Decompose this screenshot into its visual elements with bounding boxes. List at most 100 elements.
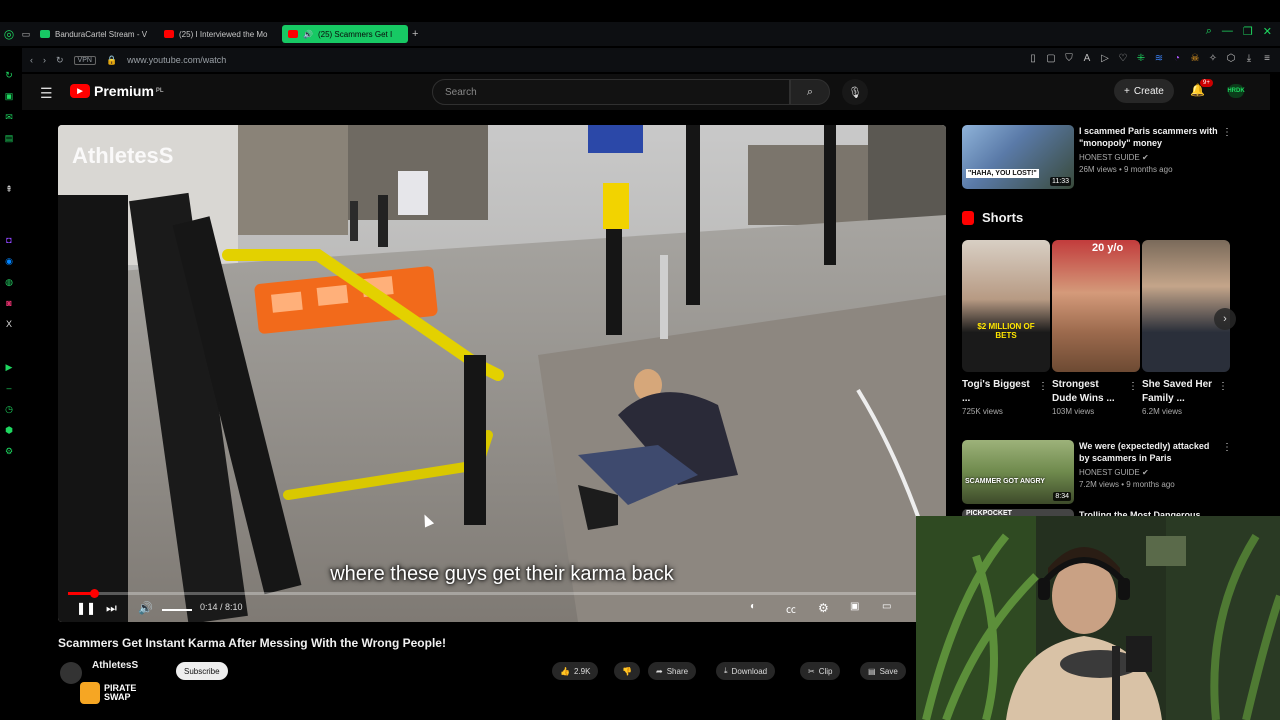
more-options-icon[interactable]: ⋮ xyxy=(1218,381,1228,392)
snapshot-icon[interactable]: ▢ xyxy=(1046,53,1056,64)
restore-icon[interactable]: ❐ xyxy=(1243,25,1253,38)
sidebar-play-icon[interactable]: ▶ xyxy=(4,362,15,373)
dislike-button[interactable]: 👎 xyxy=(614,662,640,680)
sidebar-mail-icon[interactable]: ✉ xyxy=(4,112,15,123)
download-button[interactable]: ⤓ Download xyxy=(716,662,776,680)
youtube-premium-logo[interactable]: ▶ Premium PL xyxy=(70,83,164,99)
vpn-badge[interactable]: VPN xyxy=(73,55,96,65)
volume-slider[interactable] xyxy=(162,609,192,611)
sidebar-clock-icon[interactable]: ◷ xyxy=(4,404,15,415)
browser-logo-icon[interactable]: ◎ xyxy=(0,27,18,41)
forward-icon[interactable]: › xyxy=(43,55,46,65)
tab-bandura[interactable]: BanduraCartel Stream - V xyxy=(34,25,158,43)
messenger-icon[interactable]: ◉ xyxy=(4,256,15,267)
extension-blue-icon[interactable]: ≋ xyxy=(1154,53,1164,64)
tab-list-icon[interactable]: ▭ xyxy=(18,29,34,40)
short-item[interactable]: She Saved Her Family ... 6.2M views ⋮ xyxy=(1142,240,1230,416)
settings-icon[interactable]: ⚙ xyxy=(818,601,829,615)
minimize-icon[interactable]: — xyxy=(1222,25,1233,38)
whatsapp-icon[interactable]: ◍ xyxy=(4,277,15,288)
create-button[interactable]: + Create xyxy=(1114,79,1174,103)
shorts-next-button[interactable]: › xyxy=(1214,308,1236,330)
short-title[interactable]: Strongest Dude Wins ... xyxy=(1052,378,1126,406)
new-tab-button[interactable]: + xyxy=(412,28,418,40)
clip-button[interactable]: ✂ Clip xyxy=(800,662,841,680)
video-title[interactable]: We were (expectedly) attacked by scammer… xyxy=(1079,440,1219,464)
video-thumbnail[interactable]: SCAMMER GOT ANGRY 8:34 xyxy=(962,440,1074,504)
save-button[interactable]: ▤ Save xyxy=(860,662,906,680)
extensions-icon[interactable]: ✧ xyxy=(1208,53,1218,64)
hamburger-menu-icon[interactable]: ☰ xyxy=(40,85,53,102)
video-player[interactable]: AthletesS where these guys get their kar… xyxy=(58,125,946,622)
bookmark-icon[interactable]: ▯ xyxy=(1028,53,1038,64)
download-icon[interactable]: ⤓ xyxy=(1244,53,1254,64)
voice-search-button[interactable]: 🎙 xyxy=(842,79,868,105)
menu-icon[interactable]: ≡ xyxy=(1262,53,1272,64)
sidebar-wallet-icon[interactable]: ▤ xyxy=(4,133,15,144)
autoplay-toggle-icon[interactable]: ◐ xyxy=(750,601,756,612)
settings-icon[interactable]: ⚙ xyxy=(4,446,15,457)
heart-icon[interactable]: ♡ xyxy=(1118,53,1128,64)
play-icon[interactable]: ▷ xyxy=(1100,53,1110,64)
extension-icons: ▯ ▢ ⛉ A ▷ ♡ ⁜ ≋ ◔ ☠ ✧ ⬡ ⤓ ≡ xyxy=(1028,53,1272,64)
account-avatar[interactable]: HRDK xyxy=(1227,84,1245,98)
sidebar-arrow-icon[interactable]: ⇞ xyxy=(4,184,15,195)
tab-scammers[interactable]: 🔊 (25) Scammers Get I xyxy=(282,25,408,43)
translate-icon[interactable]: A xyxy=(1082,53,1092,64)
search-tabs-icon[interactable]: ⌕ xyxy=(1206,25,1212,38)
volume-icon[interactable]: 🔊 xyxy=(138,601,153,615)
short-title[interactable]: She Saved Her Family ... xyxy=(1142,378,1216,406)
search-button[interactable]: ⌕ xyxy=(790,79,830,105)
back-icon[interactable]: ‹ xyxy=(30,55,33,65)
search-input[interactable]: Search xyxy=(432,79,790,105)
more-options-icon[interactable]: ⋮ xyxy=(1222,127,1232,138)
instagram-icon[interactable]: ◙ xyxy=(4,298,15,309)
puzzle-icon[interactable]: ⬡ xyxy=(1226,53,1236,64)
more-options-icon[interactable]: ⋮ xyxy=(1222,442,1232,453)
x-icon[interactable]: X xyxy=(4,319,15,330)
sidebar-cube-icon[interactable]: ⬢ xyxy=(4,425,15,436)
short-title[interactable]: Togi's Biggest ... xyxy=(962,378,1036,406)
reload-icon[interactable]: ↻ xyxy=(56,55,64,66)
download-label: Download xyxy=(731,666,768,676)
channel-name[interactable]: AthletesS xyxy=(92,660,138,671)
short-thumbnail[interactable] xyxy=(1142,240,1230,372)
short-views: 725K views xyxy=(962,407,1003,416)
progress-scrubber[interactable] xyxy=(90,589,100,598)
url-field[interactable]: www.youtube.com/watch xyxy=(127,55,226,65)
subscribe-button[interactable]: Subscribe xyxy=(176,662,228,680)
sidebar-refresh-icon[interactable]: ↻ xyxy=(4,70,15,81)
progress-bar[interactable] xyxy=(68,589,936,598)
theater-mode-icon[interactable]: ▭ xyxy=(882,601,891,612)
like-button[interactable]: 👍 2.9K xyxy=(552,662,599,680)
recommended-video[interactable]: SCAMMER GOT ANGRY 8:34 We were (expected… xyxy=(962,440,1232,506)
extension-purple-icon[interactable]: ◔ xyxy=(1172,53,1182,64)
extension-pirate-icon[interactable]: ☠ xyxy=(1190,53,1200,64)
short-thumbnail[interactable]: $2 MILLION OF BETS xyxy=(962,240,1050,372)
recommended-video[interactable]: "HAHA, YOU LOST!" 11:33 I scammed Paris … xyxy=(962,125,1232,195)
close-icon[interactable]: ✕ xyxy=(1263,25,1272,38)
tab-interviewed[interactable]: (25) I Interviewed the Mo xyxy=(158,25,282,43)
channel-avatar[interactable] xyxy=(60,662,82,684)
more-options-icon[interactable]: ⋮ xyxy=(1128,381,1138,392)
more-options-icon[interactable]: ⋮ xyxy=(1038,381,1048,392)
short-item[interactable]: 20 y/o Strongest Dude Wins ... 103M view… xyxy=(1052,240,1140,416)
short-thumbnail[interactable]: 20 y/o xyxy=(1052,240,1140,372)
youtube-play-icon: ▶ xyxy=(70,84,90,98)
channel-name[interactable]: HONEST GUIDE ✔ xyxy=(1079,153,1149,162)
short-item[interactable]: $2 MILLION OF BETS Togi's Biggest ... 72… xyxy=(962,240,1050,416)
sidebar-spacer xyxy=(4,154,15,174)
video-title[interactable]: I scammed Paris scammers with "monopoly"… xyxy=(1079,125,1219,149)
video-thumbnail[interactable]: "HAHA, YOU LOST!" 11:33 xyxy=(962,125,1074,189)
extension-green-icon[interactable]: ⁜ xyxy=(1136,53,1146,64)
share-button[interactable]: ➦ Share xyxy=(648,662,697,680)
channel-name[interactable]: HONEST GUIDE ✔ xyxy=(1079,468,1149,477)
sidebar-dash-icon[interactable]: – xyxy=(4,383,15,394)
shield-icon[interactable]: ⛉ xyxy=(1064,53,1074,64)
captions-icon[interactable]: ㏄ xyxy=(786,601,796,616)
next-icon[interactable]: ⏭ xyxy=(106,601,117,616)
miniplayer-icon[interactable]: ▣ xyxy=(850,601,859,612)
pause-icon[interactable]: ❚❚ xyxy=(76,601,96,615)
twitch-icon[interactable]: ◘ xyxy=(4,235,15,246)
sidebar-bag-icon[interactable]: ▣ xyxy=(4,91,15,102)
